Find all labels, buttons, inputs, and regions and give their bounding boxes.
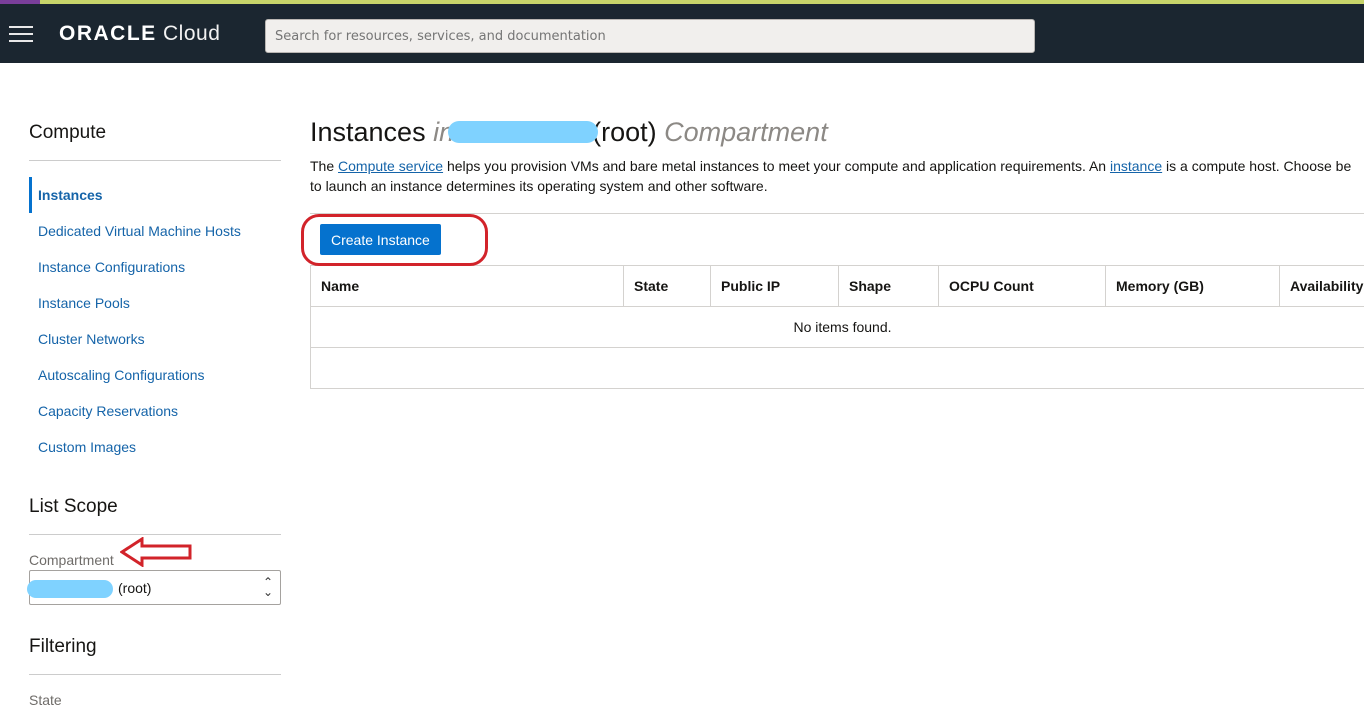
table-header-row: Name State Public IP Shape OCPU Count Me… xyxy=(311,266,1364,307)
page-title: Instances in(root) Compartment xyxy=(310,117,1364,148)
compute-service-link[interactable]: Compute service xyxy=(338,158,443,174)
column-header-name[interactable]: Name xyxy=(311,266,624,307)
redacted-tenancy-name xyxy=(448,121,598,143)
annotation-arrow-icon xyxy=(120,537,194,567)
sidebar-item-capacity-reservations[interactable]: Capacity Reservations xyxy=(29,393,281,429)
instances-table: Name State Public IP Shape OCPU Count Me… xyxy=(310,265,1364,389)
sidebar-item-instances[interactable]: Instances xyxy=(29,177,281,213)
sidebar-section-title: Compute xyxy=(29,122,281,161)
filtering-title: Filtering xyxy=(29,636,281,675)
sidebar-item-autoscaling-configurations[interactable]: Autoscaling Configurations xyxy=(29,357,281,393)
global-search-input[interactable] xyxy=(265,19,1035,53)
page-title-root: (root) xyxy=(592,117,657,147)
list-scope-title: List Scope xyxy=(29,496,281,535)
oracle-cloud-logo[interactable]: ORACLE Cloud xyxy=(59,22,220,46)
redacted-compartment-name xyxy=(27,580,113,598)
logo-product: Cloud xyxy=(163,22,220,45)
create-instance-button[interactable]: Create Instance xyxy=(320,224,441,255)
logo-brand: ORACLE xyxy=(59,22,157,45)
table-footer xyxy=(311,348,1364,389)
page-title-suffix: Compartment xyxy=(664,117,828,147)
column-header-state[interactable]: State xyxy=(624,266,711,307)
table-toolbar: Create Instance xyxy=(310,213,1364,265)
column-header-availability[interactable]: Availability xyxy=(1280,266,1364,307)
sidebar-nav: Instances Dedicated Virtual Machine Host… xyxy=(29,177,281,465)
state-filter-label: State xyxy=(29,692,281,708)
main-content: Instances in(root) Compartment The Compu… xyxy=(310,63,1364,389)
sidebar-item-custom-images[interactable]: Custom Images xyxy=(29,429,281,465)
desc-text-3: is a compute host. Choose be xyxy=(1162,158,1351,174)
column-header-ocpu-count[interactable]: OCPU Count xyxy=(939,266,1106,307)
column-header-shape[interactable]: Shape xyxy=(839,266,939,307)
column-header-memory[interactable]: Memory (GB) xyxy=(1106,266,1280,307)
desc-text-2: helps you provision VMs and bare metal i… xyxy=(443,158,1110,174)
top-navigation-bar: ORACLE Cloud xyxy=(0,4,1364,63)
compartment-select[interactable]: (root) ⌃⌄ xyxy=(29,570,281,605)
empty-message: No items found. xyxy=(311,307,1364,348)
sidebar-item-instance-pools[interactable]: Instance Pools xyxy=(29,285,281,321)
sidebar-item-instance-configurations[interactable]: Instance Configurations xyxy=(29,249,281,285)
hamburger-menu-icon[interactable] xyxy=(9,26,33,42)
select-chevron-icon: ⌃⌄ xyxy=(263,577,273,597)
column-header-public-ip[interactable]: Public IP xyxy=(711,266,839,307)
desc-text-1: The xyxy=(310,158,338,174)
desc-text-4: to launch an instance determines its ope… xyxy=(310,178,768,194)
instance-link[interactable]: instance xyxy=(1110,158,1162,174)
page-title-main: Instances xyxy=(310,117,426,147)
table-row: No items found. xyxy=(311,307,1364,348)
sidebar-item-dedicated-vm-hosts[interactable]: Dedicated Virtual Machine Hosts xyxy=(29,213,281,249)
sidebar-item-cluster-networks[interactable]: Cluster Networks xyxy=(29,321,281,357)
table-row xyxy=(311,348,1364,389)
compartment-select-value: (root) xyxy=(118,580,151,596)
sidebar: Compute Instances Dedicated Virtual Mach… xyxy=(29,63,281,708)
page-description: The Compute service helps you provision … xyxy=(310,156,1364,196)
